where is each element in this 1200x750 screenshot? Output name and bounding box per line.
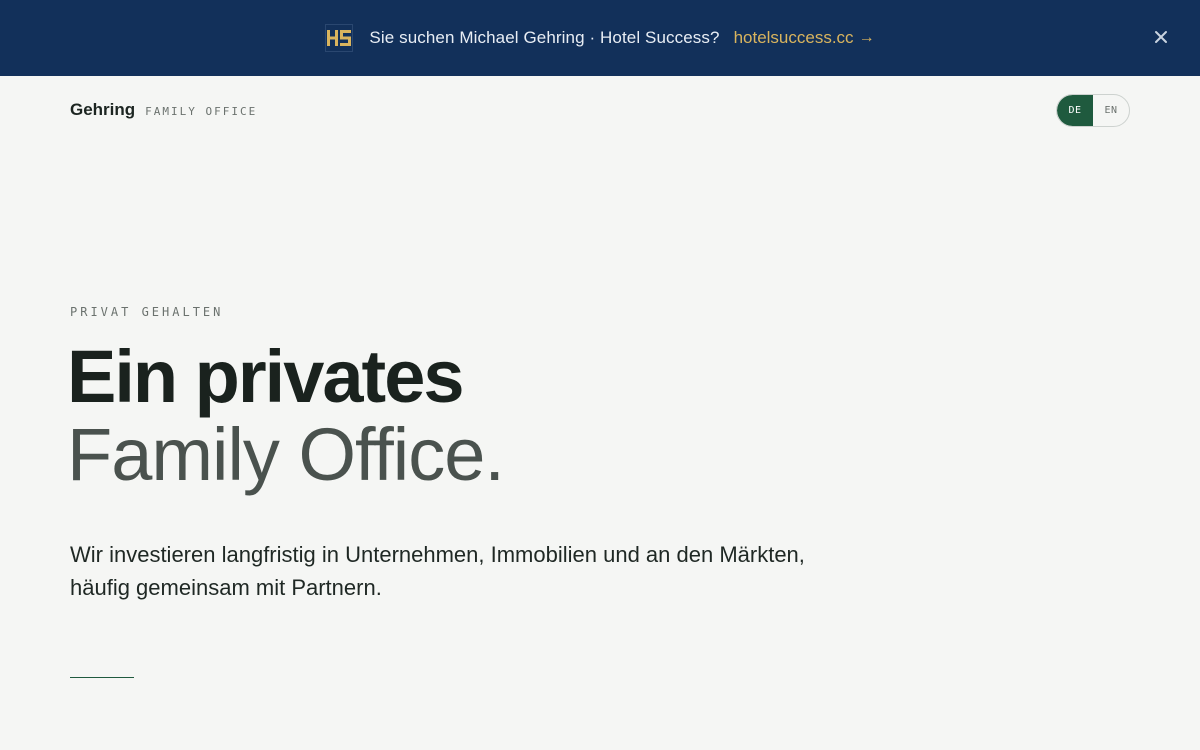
hero-headline-line2: Family Office. — [67, 413, 505, 496]
announcement-banner: Sie suchen Michael Gehring · Hotel Succe… — [0, 0, 1200, 76]
banner-close-button[interactable] — [1148, 24, 1174, 50]
brand-subtitle: FAMILY OFFICE — [145, 105, 258, 118]
language-de-button[interactable]: DE — [1057, 95, 1093, 126]
hotelsuccess-link[interactable]: hotelsuccess.cc → — [734, 28, 875, 48]
brand-name: Gehring — [70, 100, 136, 119]
brand-logo[interactable]: Gehring FAMILY OFFICE — [70, 100, 257, 120]
hotelsuccess-link-label: hotelsuccess.cc — [733, 28, 854, 47]
banner-message: Sie suchen Michael Gehring · Hotel Succe… — [369, 28, 720, 47]
hotel-success-logo-icon — [325, 24, 354, 52]
accent-divider — [70, 677, 134, 678]
hero-lead-text: Wir investieren langfristig in Unternehm… — [70, 542, 805, 600]
banner-content: Sie suchen Michael Gehring · Hotel Succe… — [325, 24, 875, 52]
language-en-button[interactable]: EN — [1093, 95, 1129, 126]
hero-eyebrow: PRIVAT GEHALTEN — [70, 305, 224, 319]
arrow-right-icon: → — [858, 29, 875, 46]
hero-headline-line1: Ein privates — [67, 335, 465, 418]
close-icon — [1155, 31, 1167, 43]
language-switcher: DE EN — [1056, 94, 1130, 127]
